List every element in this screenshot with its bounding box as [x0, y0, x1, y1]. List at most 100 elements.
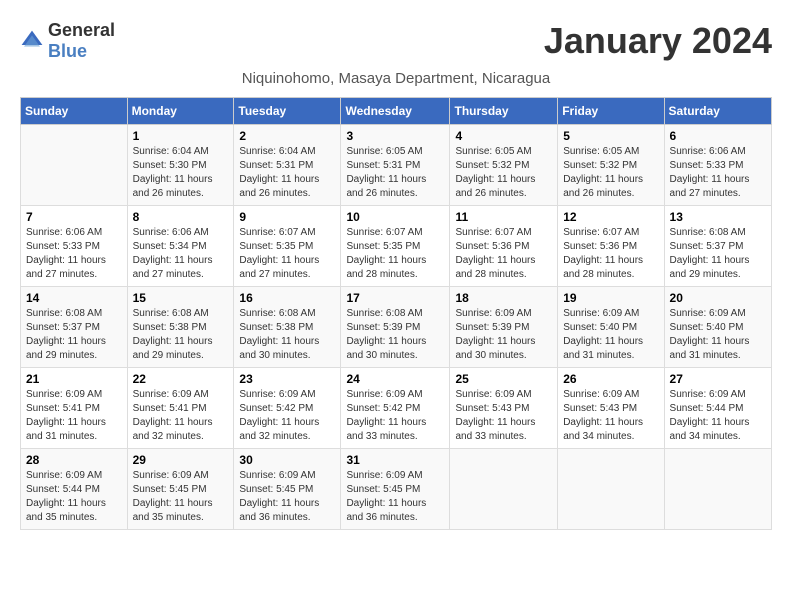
month-title: January 2024: [544, 20, 772, 62]
calendar-cell: 4 Sunrise: 6:05 AMSunset: 5:32 PMDayligh…: [450, 125, 558, 206]
day-info: Sunrise: 6:09 AMSunset: 5:42 PMDaylight:…: [346, 388, 444, 444]
day-info: Sunrise: 6:09 AMSunset: 5:39 PMDaylight:…: [455, 307, 552, 363]
calendar-cell: 18 Sunrise: 6:09 AMSunset: 5:39 PMDaylig…: [450, 287, 558, 368]
calendar-cell: 7 Sunrise: 6:06 AMSunset: 5:33 PMDayligh…: [21, 206, 128, 287]
day-info: Sunrise: 6:08 AMSunset: 5:37 PMDaylight:…: [26, 307, 122, 363]
day-info: Sunrise: 6:09 AMSunset: 5:44 PMDaylight:…: [670, 388, 766, 444]
calendar-week-row: 1 Sunrise: 6:04 AMSunset: 5:30 PMDayligh…: [21, 125, 772, 206]
day-number: 15: [133, 291, 229, 305]
calendar-cell: 26 Sunrise: 6:09 AMSunset: 5:43 PMDaylig…: [558, 368, 664, 449]
header-saturday: Saturday: [664, 98, 771, 125]
day-number: 13: [670, 210, 766, 224]
day-info: Sunrise: 6:09 AMSunset: 5:44 PMDaylight:…: [26, 469, 122, 525]
day-number: 1: [133, 129, 229, 143]
day-number: 2: [239, 129, 335, 143]
calendar-cell: 23 Sunrise: 6:09 AMSunset: 5:42 PMDaylig…: [234, 368, 341, 449]
day-info: Sunrise: 6:04 AMSunset: 5:31 PMDaylight:…: [239, 145, 335, 201]
day-info: Sunrise: 6:07 AMSunset: 5:35 PMDaylight:…: [239, 226, 335, 282]
calendar-cell: 21 Sunrise: 6:09 AMSunset: 5:41 PMDaylig…: [21, 368, 128, 449]
day-number: 14: [26, 291, 122, 305]
calendar-week-row: 21 Sunrise: 6:09 AMSunset: 5:41 PMDaylig…: [21, 368, 772, 449]
day-number: 31: [346, 453, 444, 467]
logo: General Blue: [20, 20, 115, 62]
day-number: 3: [346, 129, 444, 143]
logo-text-general: General: [48, 20, 115, 40]
day-number: 10: [346, 210, 444, 224]
calendar-week-row: 28 Sunrise: 6:09 AMSunset: 5:44 PMDaylig…: [21, 449, 772, 530]
day-info: Sunrise: 6:09 AMSunset: 5:40 PMDaylight:…: [563, 307, 658, 363]
day-info: Sunrise: 6:09 AMSunset: 5:42 PMDaylight:…: [239, 388, 335, 444]
calendar-cell: 6 Sunrise: 6:06 AMSunset: 5:33 PMDayligh…: [664, 125, 771, 206]
day-info: Sunrise: 6:09 AMSunset: 5:45 PMDaylight:…: [239, 469, 335, 525]
calendar-cell: 28 Sunrise: 6:09 AMSunset: 5:44 PMDaylig…: [21, 449, 128, 530]
day-info: Sunrise: 6:05 AMSunset: 5:32 PMDaylight:…: [455, 145, 552, 201]
calendar-cell: 9 Sunrise: 6:07 AMSunset: 5:35 PMDayligh…: [234, 206, 341, 287]
logo-text-blue: Blue: [48, 41, 87, 61]
calendar-cell: 8 Sunrise: 6:06 AMSunset: 5:34 PMDayligh…: [127, 206, 234, 287]
day-info: Sunrise: 6:09 AMSunset: 5:41 PMDaylight:…: [133, 388, 229, 444]
day-number: 24: [346, 372, 444, 386]
header-sunday: Sunday: [21, 98, 128, 125]
calendar-cell: 20 Sunrise: 6:09 AMSunset: 5:40 PMDaylig…: [664, 287, 771, 368]
day-number: 17: [346, 291, 444, 305]
day-number: 28: [26, 453, 122, 467]
header-tuesday: Tuesday: [234, 98, 341, 125]
calendar-cell: 11 Sunrise: 6:07 AMSunset: 5:36 PMDaylig…: [450, 206, 558, 287]
calendar-cell: 16 Sunrise: 6:08 AMSunset: 5:38 PMDaylig…: [234, 287, 341, 368]
day-number: 25: [455, 372, 552, 386]
calendar-table: Sunday Monday Tuesday Wednesday Thursday…: [20, 97, 772, 530]
day-info: Sunrise: 6:09 AMSunset: 5:43 PMDaylight:…: [455, 388, 552, 444]
page-container: General Blue January 2024 Niquinohomo, M…: [20, 20, 772, 530]
calendar-cell: [21, 125, 128, 206]
day-number: 7: [26, 210, 122, 224]
day-number: 9: [239, 210, 335, 224]
header-friday: Friday: [558, 98, 664, 125]
calendar-cell: 24 Sunrise: 6:09 AMSunset: 5:42 PMDaylig…: [341, 368, 450, 449]
weekday-header-row: Sunday Monday Tuesday Wednesday Thursday…: [21, 98, 772, 125]
calendar-cell: 29 Sunrise: 6:09 AMSunset: 5:45 PMDaylig…: [127, 449, 234, 530]
day-info: Sunrise: 6:05 AMSunset: 5:31 PMDaylight:…: [346, 145, 444, 201]
logo-icon: [20, 29, 44, 53]
day-number: 6: [670, 129, 766, 143]
day-info: Sunrise: 6:09 AMSunset: 5:43 PMDaylight:…: [563, 388, 658, 444]
calendar-cell: 17 Sunrise: 6:08 AMSunset: 5:39 PMDaylig…: [341, 287, 450, 368]
day-number: 8: [133, 210, 229, 224]
calendar-cell: 1 Sunrise: 6:04 AMSunset: 5:30 PMDayligh…: [127, 125, 234, 206]
day-info: Sunrise: 6:09 AMSunset: 5:41 PMDaylight:…: [26, 388, 122, 444]
calendar-cell: 3 Sunrise: 6:05 AMSunset: 5:31 PMDayligh…: [341, 125, 450, 206]
header-wednesday: Wednesday: [341, 98, 450, 125]
day-number: 22: [133, 372, 229, 386]
calendar-cell: 13 Sunrise: 6:08 AMSunset: 5:37 PMDaylig…: [664, 206, 771, 287]
calendar-cell: [664, 449, 771, 530]
calendar-week-row: 7 Sunrise: 6:06 AMSunset: 5:33 PMDayligh…: [21, 206, 772, 287]
day-info: Sunrise: 6:08 AMSunset: 5:37 PMDaylight:…: [670, 226, 766, 282]
day-number: 20: [670, 291, 766, 305]
day-number: 5: [563, 129, 658, 143]
day-info: Sunrise: 6:06 AMSunset: 5:33 PMDaylight:…: [26, 226, 122, 282]
header: General Blue January 2024: [20, 20, 772, 62]
day-number: 18: [455, 291, 552, 305]
day-info: Sunrise: 6:07 AMSunset: 5:36 PMDaylight:…: [563, 226, 658, 282]
day-number: 12: [563, 210, 658, 224]
day-number: 11: [455, 210, 552, 224]
day-info: Sunrise: 6:07 AMSunset: 5:36 PMDaylight:…: [455, 226, 552, 282]
day-info: Sunrise: 6:09 AMSunset: 5:45 PMDaylight:…: [346, 469, 444, 525]
calendar-cell: 2 Sunrise: 6:04 AMSunset: 5:31 PMDayligh…: [234, 125, 341, 206]
calendar-cell: 31 Sunrise: 6:09 AMSunset: 5:45 PMDaylig…: [341, 449, 450, 530]
calendar-cell: 19 Sunrise: 6:09 AMSunset: 5:40 PMDaylig…: [558, 287, 664, 368]
day-number: 19: [563, 291, 658, 305]
day-info: Sunrise: 6:06 AMSunset: 5:34 PMDaylight:…: [133, 226, 229, 282]
calendar-cell: 25 Sunrise: 6:09 AMSunset: 5:43 PMDaylig…: [450, 368, 558, 449]
day-info: Sunrise: 6:06 AMSunset: 5:33 PMDaylight:…: [670, 145, 766, 201]
calendar-cell: 22 Sunrise: 6:09 AMSunset: 5:41 PMDaylig…: [127, 368, 234, 449]
day-number: 21: [26, 372, 122, 386]
calendar-cell: 30 Sunrise: 6:09 AMSunset: 5:45 PMDaylig…: [234, 449, 341, 530]
location-subtitle: Niquinohomo, Masaya Department, Nicaragu…: [20, 70, 772, 87]
day-info: Sunrise: 6:08 AMSunset: 5:39 PMDaylight:…: [346, 307, 444, 363]
calendar-cell: [558, 449, 664, 530]
day-number: 16: [239, 291, 335, 305]
calendar-cell: 5 Sunrise: 6:05 AMSunset: 5:32 PMDayligh…: [558, 125, 664, 206]
calendar-cell: 10 Sunrise: 6:07 AMSunset: 5:35 PMDaylig…: [341, 206, 450, 287]
calendar-cell: [450, 449, 558, 530]
header-thursday: Thursday: [450, 98, 558, 125]
